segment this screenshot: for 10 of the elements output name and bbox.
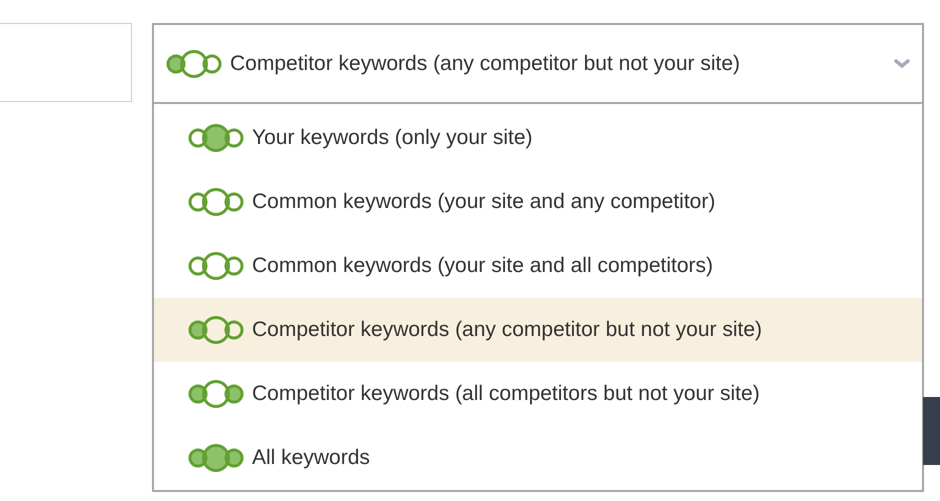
dropdown-option[interactable]: Common keywords (your site and any competitor) <box>154 170 922 234</box>
dropdown-option[interactable]: Your keywords (only your site) <box>154 106 922 170</box>
side-tab[interactable] <box>923 397 940 465</box>
dropdown-option[interactable]: Common keywords (your site and all competitors) <box>154 234 922 298</box>
dropdown-option[interactable]: Competitor keywords (all competitors but not your site) <box>154 362 922 426</box>
input-field[interactable] <box>0 23 132 102</box>
chevron-down-icon <box>894 58 910 68</box>
dropdown-option[interactable]: Competitor keywords (any competitor but not your site) <box>154 298 922 362</box>
dropdown-option[interactable]: All keywords <box>154 426 922 490</box>
keyword-filter-dropdown[interactable]: Competitor keywords (any competitor but not your site) <box>154 25 922 104</box>
